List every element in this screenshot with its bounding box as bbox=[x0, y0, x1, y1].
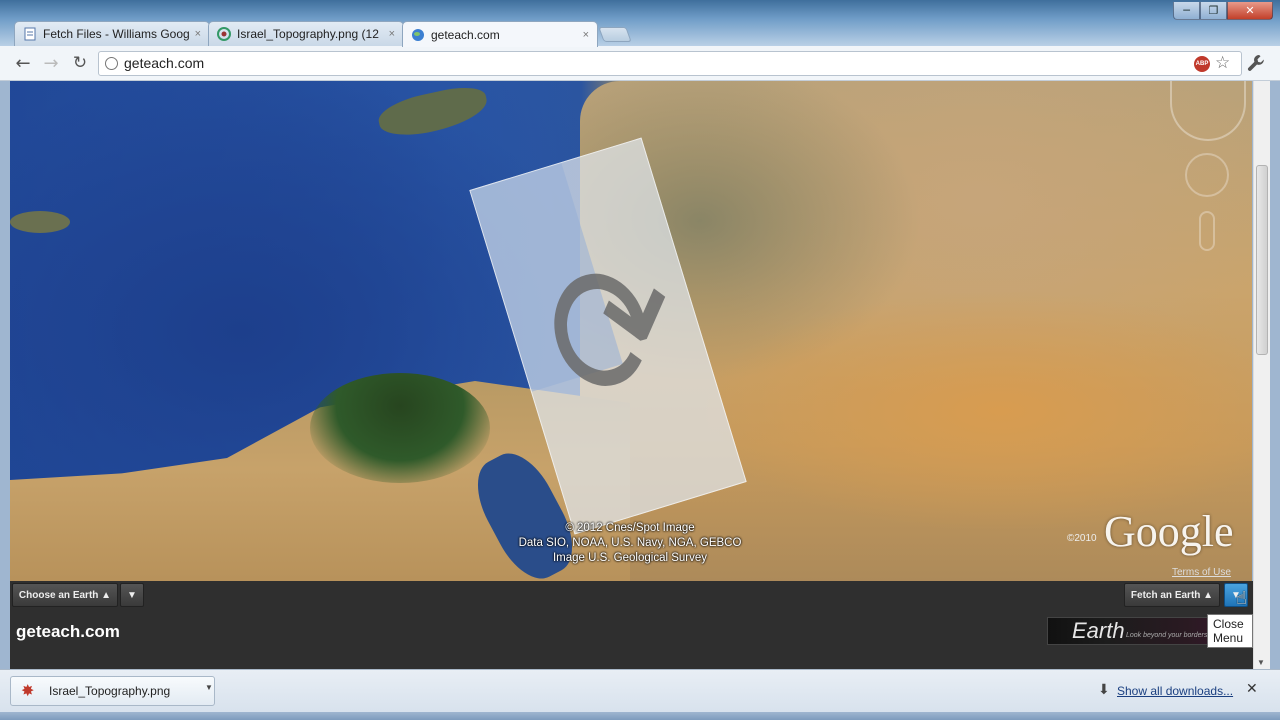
fetch-earth-button[interactable]: Fetch an Earth ▲ bbox=[1124, 583, 1220, 607]
tab-fetch-files[interactable]: Fetch Files - Williams Goog × bbox=[14, 21, 210, 46]
download-menu-icon[interactable]: ▼ bbox=[205, 683, 213, 692]
banner-tagline: Look beyond your borders bbox=[1126, 632, 1208, 639]
download-file-name: Israel_Topography.png bbox=[49, 684, 171, 698]
document-icon bbox=[23, 27, 37, 41]
terms-of-use-link[interactable]: Terms of Use bbox=[1172, 567, 1231, 578]
globe-icon bbox=[411, 28, 425, 42]
earth-map-viewport[interactable]: ⟳ © 2012 Cnes/Spot Image Data SIO, NOAA,… bbox=[10, 81, 1252, 581]
tab-label: Israel_Topography.png (12 bbox=[237, 27, 379, 41]
address-bar[interactable]: geteach.com ABP ☆ bbox=[98, 51, 1242, 76]
tab-israel-topography[interactable]: Israel_Topography.png (12 × bbox=[208, 21, 404, 46]
url-text[interactable]: geteach.com bbox=[124, 55, 204, 71]
wikimedia-icon bbox=[217, 27, 231, 41]
copyright-year: ©2010 bbox=[1067, 533, 1097, 544]
cyprus-island bbox=[375, 81, 491, 143]
tab-close-icon[interactable]: × bbox=[389, 28, 395, 40]
show-all-downloads-link[interactable]: Show all downloads... bbox=[1117, 684, 1233, 698]
close-shelf-button[interactable]: ✕ bbox=[1246, 681, 1258, 697]
close-menu-tooltip: Close Menu bbox=[1207, 614, 1253, 648]
bookmark-star-icon[interactable]: ☆ bbox=[1215, 53, 1230, 73]
download-item[interactable]: ✸ Israel_Topography.png ▼ bbox=[10, 676, 215, 706]
attribution-line: Data SIO, NOAA, U.S. Navy, NGA, GEBCO bbox=[518, 537, 742, 549]
zoom-slider[interactable] bbox=[1199, 211, 1215, 251]
page-icon bbox=[105, 57, 118, 70]
nile-delta-terrain bbox=[310, 373, 490, 483]
choose-earth-dropdown[interactable]: ▼ bbox=[120, 583, 144, 607]
tab-geteach[interactable]: geteach.com × bbox=[402, 21, 598, 47]
site-title: geteach.com bbox=[16, 622, 120, 641]
tab-close-icon[interactable]: × bbox=[583, 29, 589, 41]
new-tab-button[interactable] bbox=[598, 27, 632, 42]
hand-cursor-icon: ☝ bbox=[1236, 588, 1247, 609]
wrench-icon[interactable] bbox=[1246, 53, 1266, 73]
download-arrow-icon: ⬇ bbox=[1098, 682, 1110, 698]
maximize-button[interactable]: ❐ bbox=[1200, 2, 1227, 20]
reload-button[interactable]: ↻ bbox=[69, 52, 91, 74]
scrollbar-thumb[interactable] bbox=[1256, 165, 1268, 355]
minimize-button[interactable]: ─ bbox=[1173, 2, 1200, 20]
choose-earth-button[interactable]: Choose an Earth ▲ bbox=[12, 583, 118, 607]
page-scrollbar[interactable]: ▼ bbox=[1253, 81, 1270, 669]
earth-menu-bar: Choose an Earth ▲ ▼ Fetch an Earth ▲ ▼ g… bbox=[10, 581, 1253, 669]
download-shelf: ✸ Israel_Topography.png ▼ ⬇ Show all dow… bbox=[0, 669, 1280, 712]
back-button[interactable]: ← bbox=[12, 52, 34, 74]
map-attribution: © 2012 Cnes/Spot Image Data SIO, NOAA, U… bbox=[500, 521, 760, 566]
image-file-icon: ✸ bbox=[21, 681, 35, 700]
window-titlebar: ─ ❐ ✕ Fetch Files - Williams Goog × Isra… bbox=[0, 0, 1280, 47]
tab-label: geteach.com bbox=[431, 27, 500, 42]
close-window-button[interactable]: ✕ bbox=[1227, 2, 1273, 20]
scroll-down-icon[interactable]: ▼ bbox=[1257, 658, 1265, 667]
tab-close-icon[interactable]: × bbox=[195, 28, 201, 40]
tab-label: Fetch Files - Williams Goog bbox=[43, 27, 189, 41]
google-logo: Google bbox=[1104, 507, 1234, 556]
browser-toolbar: ← → ↻ geteach.com ABP ☆ bbox=[0, 46, 1280, 81]
adblock-icon[interactable]: ABP bbox=[1194, 56, 1210, 72]
banner-text: Earth bbox=[1072, 618, 1125, 643]
window-bottom-border bbox=[0, 712, 1280, 720]
look-control[interactable] bbox=[1185, 153, 1229, 197]
island-terrain bbox=[10, 211, 70, 233]
attribution-line: © 2012 Cnes/Spot Image bbox=[565, 522, 695, 534]
forward-button[interactable]: → bbox=[40, 52, 62, 74]
attribution-line: Image U.S. Geological Survey bbox=[552, 552, 708, 564]
